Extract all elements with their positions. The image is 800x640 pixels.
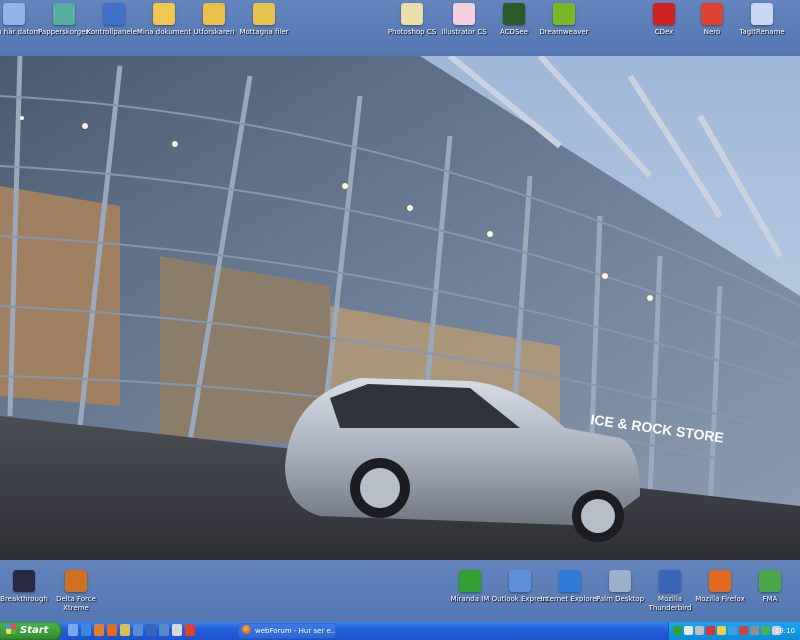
miranda-tray-icon[interactable] [673, 626, 682, 635]
thunderbird-icon [659, 570, 681, 592]
thunderbird-quicklaunch-icon[interactable] [146, 624, 156, 636]
tray-icons [673, 626, 781, 635]
desktop-shortcut[interactable]: Mottagna filer [232, 3, 296, 37]
system-tray: 18:10 [668, 622, 800, 640]
internet-explorer-icon [559, 570, 581, 592]
sync-tray-icon[interactable] [761, 626, 770, 635]
taskbar-window-label: webForum - Hur ser e... [255, 627, 336, 635]
control-panel-icon [103, 3, 125, 25]
folder-explorer-icon [203, 3, 225, 25]
breakthrough-icon [13, 570, 35, 592]
miranda-im-icon [459, 570, 481, 592]
msn-tray-icon[interactable] [728, 626, 737, 635]
firefox-icon [709, 570, 731, 592]
desktop-shortcut-label: Delta Force Xtreme [56, 595, 96, 612]
acdsee-icon [503, 3, 525, 25]
antivirus-tray-icon[interactable] [706, 626, 715, 635]
fma-icon [759, 570, 781, 592]
ie-quicklaunch-icon[interactable] [81, 624, 91, 636]
taskbar-window-button[interactable]: webForum - Hur ser e... [238, 623, 336, 639]
nero-icon [701, 3, 723, 25]
desktop-shortcut[interactable]: TagItRename [730, 3, 794, 37]
notepad-quicklaunch-icon[interactable] [172, 624, 182, 636]
media-player-icon[interactable] [94, 624, 104, 636]
wallpaper: ICE & ROCK STORE [0, 56, 800, 560]
explorer-quicklaunch-icon[interactable] [120, 624, 130, 636]
recycle-bin-icon [53, 3, 75, 25]
folder-documents-icon [153, 3, 175, 25]
folder-received-icon [253, 3, 275, 25]
photoshop-quicklaunch-icon[interactable] [159, 624, 169, 636]
network-tray-icon[interactable] [684, 626, 693, 635]
display-tray-icon[interactable] [750, 626, 759, 635]
desktop-shortcut-label: TagItRename [739, 28, 785, 36]
tag-rename-icon [751, 3, 773, 25]
taskbar: Start webForum - Hur ser e... 18:10 [0, 622, 800, 640]
quick-launch [68, 624, 195, 638]
outlook-quicklaunch-icon[interactable] [133, 624, 143, 636]
illustrator-icon [453, 3, 475, 25]
desktop-shortcut-label: Dreamweaver [539, 28, 589, 36]
nero-quicklaunch-icon[interactable] [185, 624, 195, 636]
windows-flag-icon [6, 624, 16, 634]
clock[interactable]: 18:10 [775, 622, 795, 640]
delta-force-icon [65, 570, 87, 592]
security-tray-icon[interactable] [739, 626, 748, 635]
firefox-quicklaunch-icon[interactable] [107, 624, 117, 636]
cdex-icon [653, 3, 675, 25]
desktop-shortcut-label: Mottagna filer [239, 28, 289, 36]
dreamweaver-icon [553, 3, 575, 25]
computer-icon [3, 3, 25, 25]
palm-desktop-icon [609, 570, 631, 592]
desktop-shortcut[interactable]: Dreamweaver [532, 3, 596, 37]
firefox-icon [242, 625, 251, 634]
desktop-shortcut-label: FMA [762, 595, 778, 603]
start-button[interactable]: Start [0, 622, 62, 640]
show-desktop-icon[interactable] [68, 624, 78, 636]
desktop-shortcut[interactable]: FMA [738, 570, 800, 604]
start-label: Start [20, 625, 49, 636]
photoshop-icon [401, 3, 423, 25]
volume-tray-icon[interactable] [695, 626, 704, 635]
desktop-shortcut[interactable]: Delta Force Xtreme [44, 570, 108, 613]
outlook-express-icon [509, 570, 531, 592]
update-tray-icon[interactable] [717, 626, 726, 635]
wallpaper-scene: ICE & ROCK STORE [0, 56, 800, 560]
